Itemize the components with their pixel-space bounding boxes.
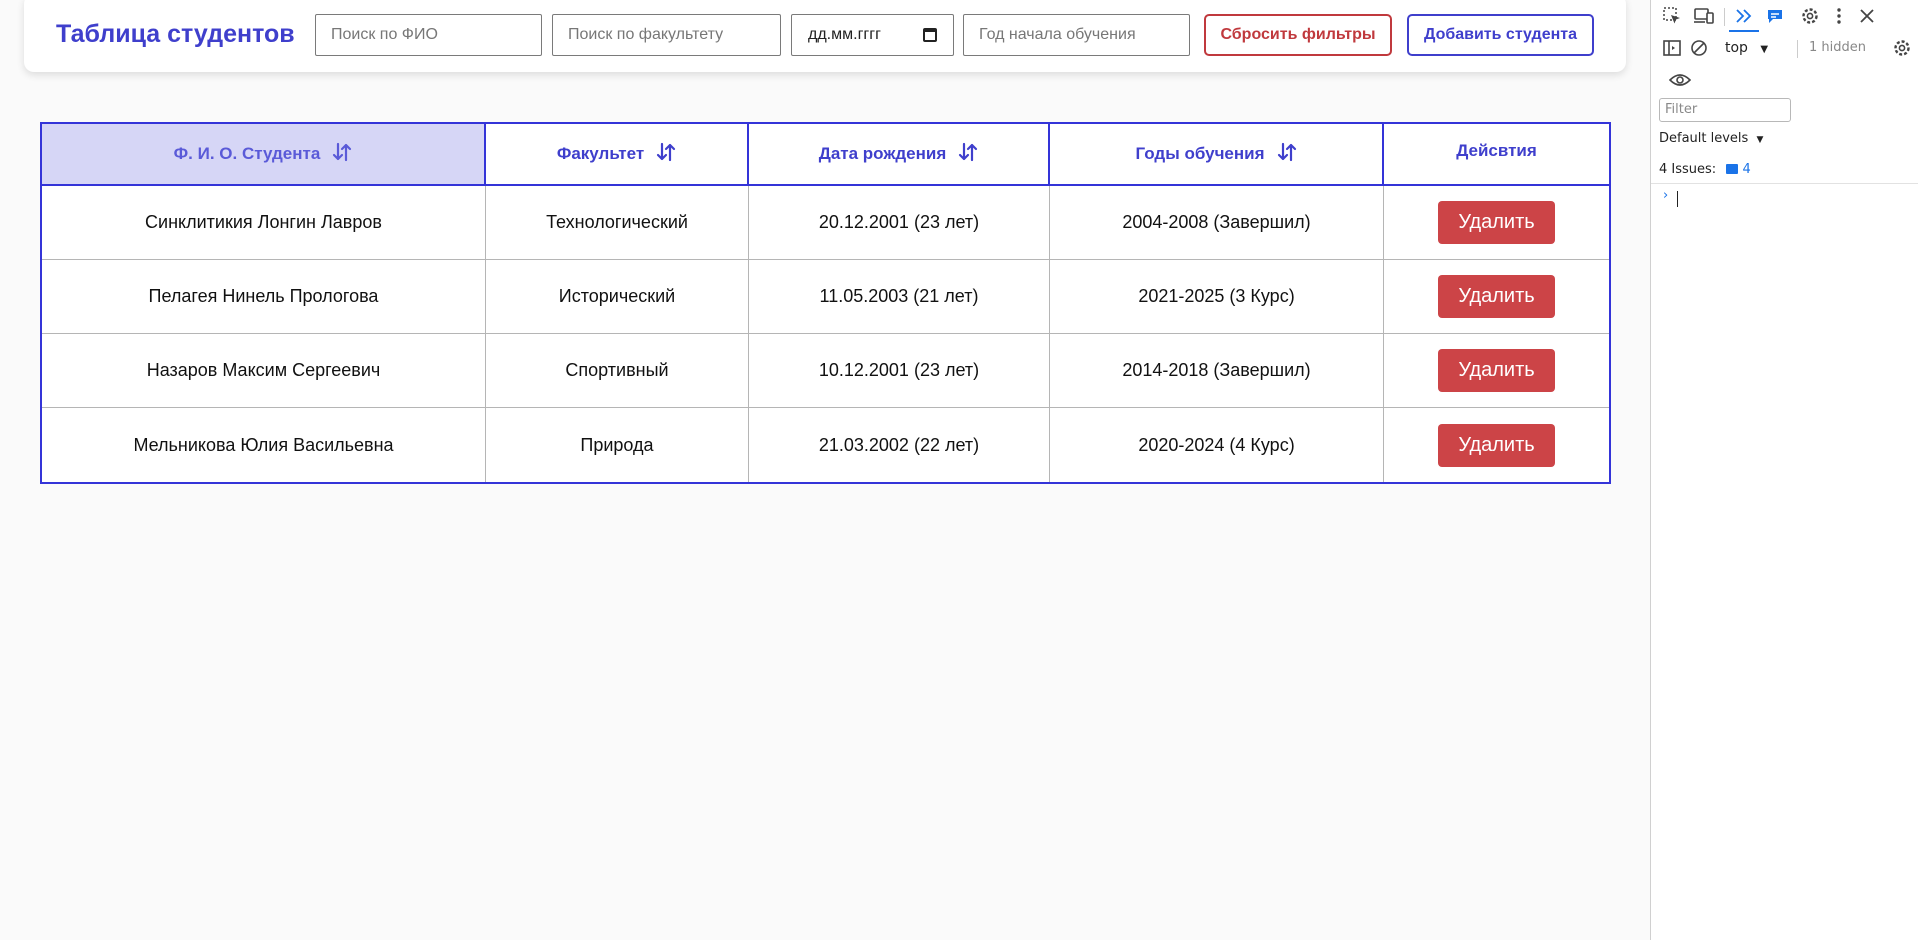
inspect-element-icon[interactable] [1661,5,1683,27]
devtools-toolbar [1651,2,1918,32]
console-input-caret[interactable] [1677,191,1678,207]
delete-button[interactable]: Удалить [1438,423,1555,467]
more-options-icon[interactable] [1828,5,1850,27]
header-birthdate[interactable]: Дата рождения [749,124,1050,184]
settings-icon[interactable] [1799,5,1821,27]
hidden-messages-count: 1 hidden [1809,40,1866,55]
issues-icon[interactable] [1764,5,1786,27]
cell-faculty: Природа [486,408,749,482]
console-divider [1651,183,1918,184]
live-expression-eye-icon[interactable] [1669,69,1691,91]
calendar-icon[interactable] [923,28,937,42]
cell-birthdate: 10.12.2001 (23 лет) [749,334,1050,407]
table-row: Синклитикия Лонгин Лавров Технологически… [42,186,1609,260]
delete-button[interactable]: Удалить [1438,201,1555,244]
header-faculty[interactable]: Факультет [486,124,749,184]
more-tabs-icon[interactable] [1733,5,1755,27]
close-icon[interactable] [1856,5,1878,27]
sidebar-toggle-icon[interactable] [1661,37,1683,59]
cell-name: Назаров Максим Сергеевич [42,334,486,407]
context-selector[interactable]: top ▼ [1725,40,1768,56]
cell-actions: Удалить [1384,408,1609,482]
log-levels-dropdown[interactable]: Default levels ▼ [1659,131,1763,146]
console-prompt-chevron-icon: › [1663,188,1669,203]
cell-birthdate: 20.12.2001 (23 лет) [749,186,1050,259]
delete-button[interactable]: Удалить [1438,275,1555,318]
header-actions-label: Дейсвтия [1456,141,1537,160]
start-year-input[interactable]: Год начала обучения [963,14,1190,56]
issue-message-icon [1726,164,1739,174]
console-settings-icon[interactable] [1891,37,1913,59]
date-placeholder: дд.мм.гггг [808,26,881,43]
issues-count: 4 [1742,162,1751,177]
cell-actions: Удалить [1384,334,1609,407]
students-table: Ф. И. О. Студента Факультет Дата рождени… [40,122,1611,484]
sort-icon[interactable] [332,142,352,167]
search-name-input[interactable]: Поиск по ФИО [315,14,542,56]
cell-birthdate: 11.05.2003 (21 лет) [749,260,1050,333]
header-birthdate-label: Дата рождения [818,144,947,163]
toolbar-divider [1724,8,1725,26]
cell-birthdate: 21.03.2002 (22 лет) [749,408,1050,482]
issues-link[interactable]: 4 Issues: 4 [1659,162,1751,177]
cell-name: Пелагея Нинель Прологова [42,260,486,333]
table-row: Мельникова Юлия Васильевна Природа 21.03… [42,408,1609,482]
cell-actions: Удалить [1384,260,1609,333]
table-row: Назаров Максим Сергеевич Спортивный 10.1… [42,334,1609,408]
log-levels-label: Default levels [1659,131,1749,146]
device-toolbar-icon[interactable] [1693,5,1715,27]
cell-study-years: 2014-2018 (Завершил) [1050,334,1384,407]
header-actions: Дейсвтия [1384,124,1609,184]
cell-actions: Удалить [1384,186,1609,259]
table-row: Пелагея Нинель Прологова Исторический 11… [42,260,1609,334]
cell-name: Мельникова Юлия Васильевна [42,408,486,482]
sort-icon[interactable] [656,142,676,167]
context-label: top [1725,40,1748,56]
search-faculty-input[interactable]: Поиск по факультету [552,14,781,56]
active-tab-indicator [1729,30,1759,32]
cell-study-years: 2021-2025 (3 Курс) [1050,260,1384,333]
console-filter-input[interactable]: Filter [1659,98,1791,122]
dropdown-arrow-icon: ▼ [1760,44,1769,55]
dropdown-arrow-icon: ▼ [1756,135,1764,145]
cell-study-years: 2020-2024 (4 Курс) [1050,408,1384,482]
header-faculty-label: Факультет [556,144,645,163]
students-app: Таблица студентов Поиск по ФИО Поиск по … [0,0,1650,940]
delete-button[interactable]: Удалить [1438,349,1555,392]
sort-icon[interactable] [1277,142,1297,167]
toolbar-divider [1797,40,1798,58]
clear-console-icon[interactable] [1688,37,1710,59]
header-name[interactable]: Ф. И. О. Студента [42,124,486,184]
add-student-button[interactable]: Добавить студента [1407,14,1594,56]
cell-faculty: Спортивный [486,334,749,407]
cell-study-years: 2004-2008 (Завершил) [1050,186,1384,259]
sort-icon[interactable] [958,142,978,167]
header-name-label: Ф. И. О. Студента [173,144,321,163]
devtools-panel: top ▼ 1 hidden Filter Default levels ▼ 4… [1650,0,1918,940]
cell-faculty: Исторический [486,260,749,333]
header-study-years[interactable]: Годы обучения [1050,124,1384,184]
reset-filters-button[interactable]: Сбросить фильтры [1204,14,1392,56]
issues-label: 4 Issues: [1659,162,1717,177]
header-study-years-label: Годы обучения [1135,144,1265,163]
birthdate-input[interactable]: дд.мм.гггг [791,14,954,56]
page-title: Таблица студентов [56,20,295,48]
cell-faculty: Технологический [486,186,749,259]
table-header-row: Ф. И. О. Студента Факультет Дата рождени… [42,124,1609,186]
cell-name: Синклитикия Лонгин Лавров [42,186,486,259]
